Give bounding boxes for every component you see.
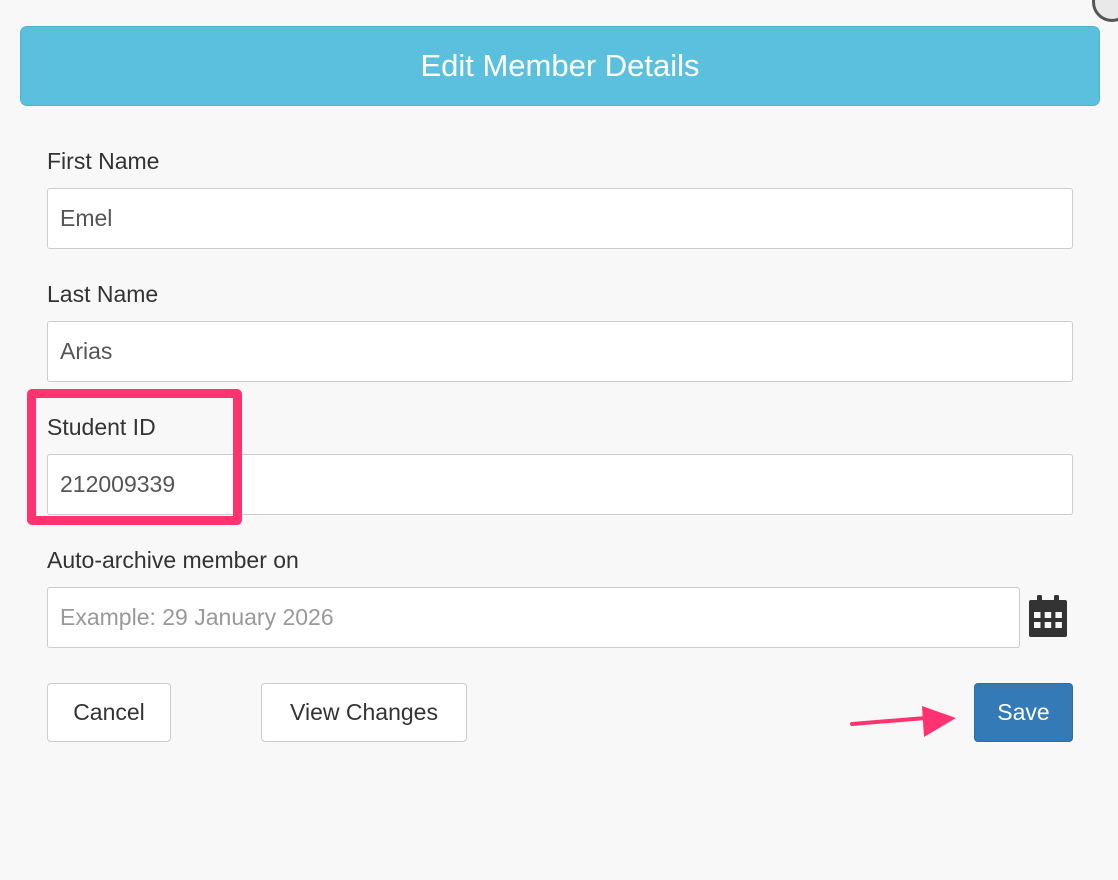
edit-member-page: Edit Member Details First Name Last Name… (0, 0, 1118, 880)
modal-header: Edit Member Details (20, 26, 1100, 106)
arrow-annotation-icon (850, 706, 956, 737)
auto-archive-label: Auto-archive member on (47, 547, 299, 573)
last-name-label: Last Name (47, 281, 159, 307)
student-id-label: Student ID (47, 414, 156, 440)
student-id-input[interactable] (47, 454, 1073, 515)
first-name-label: First Name (47, 148, 160, 174)
close-icon[interactable] (1092, 0, 1118, 22)
modal-title: Edit Member Details (420, 48, 700, 83)
auto-archive-date-input[interactable] (47, 587, 1020, 648)
first-name-input[interactable] (47, 188, 1073, 249)
save-button[interactable]: Save (974, 683, 1073, 742)
calendar-icon[interactable] (1028, 594, 1068, 638)
cancel-button[interactable]: Cancel (47, 683, 171, 742)
view-changes-button[interactable]: View Changes (261, 683, 467, 742)
last-name-input[interactable] (47, 321, 1073, 382)
